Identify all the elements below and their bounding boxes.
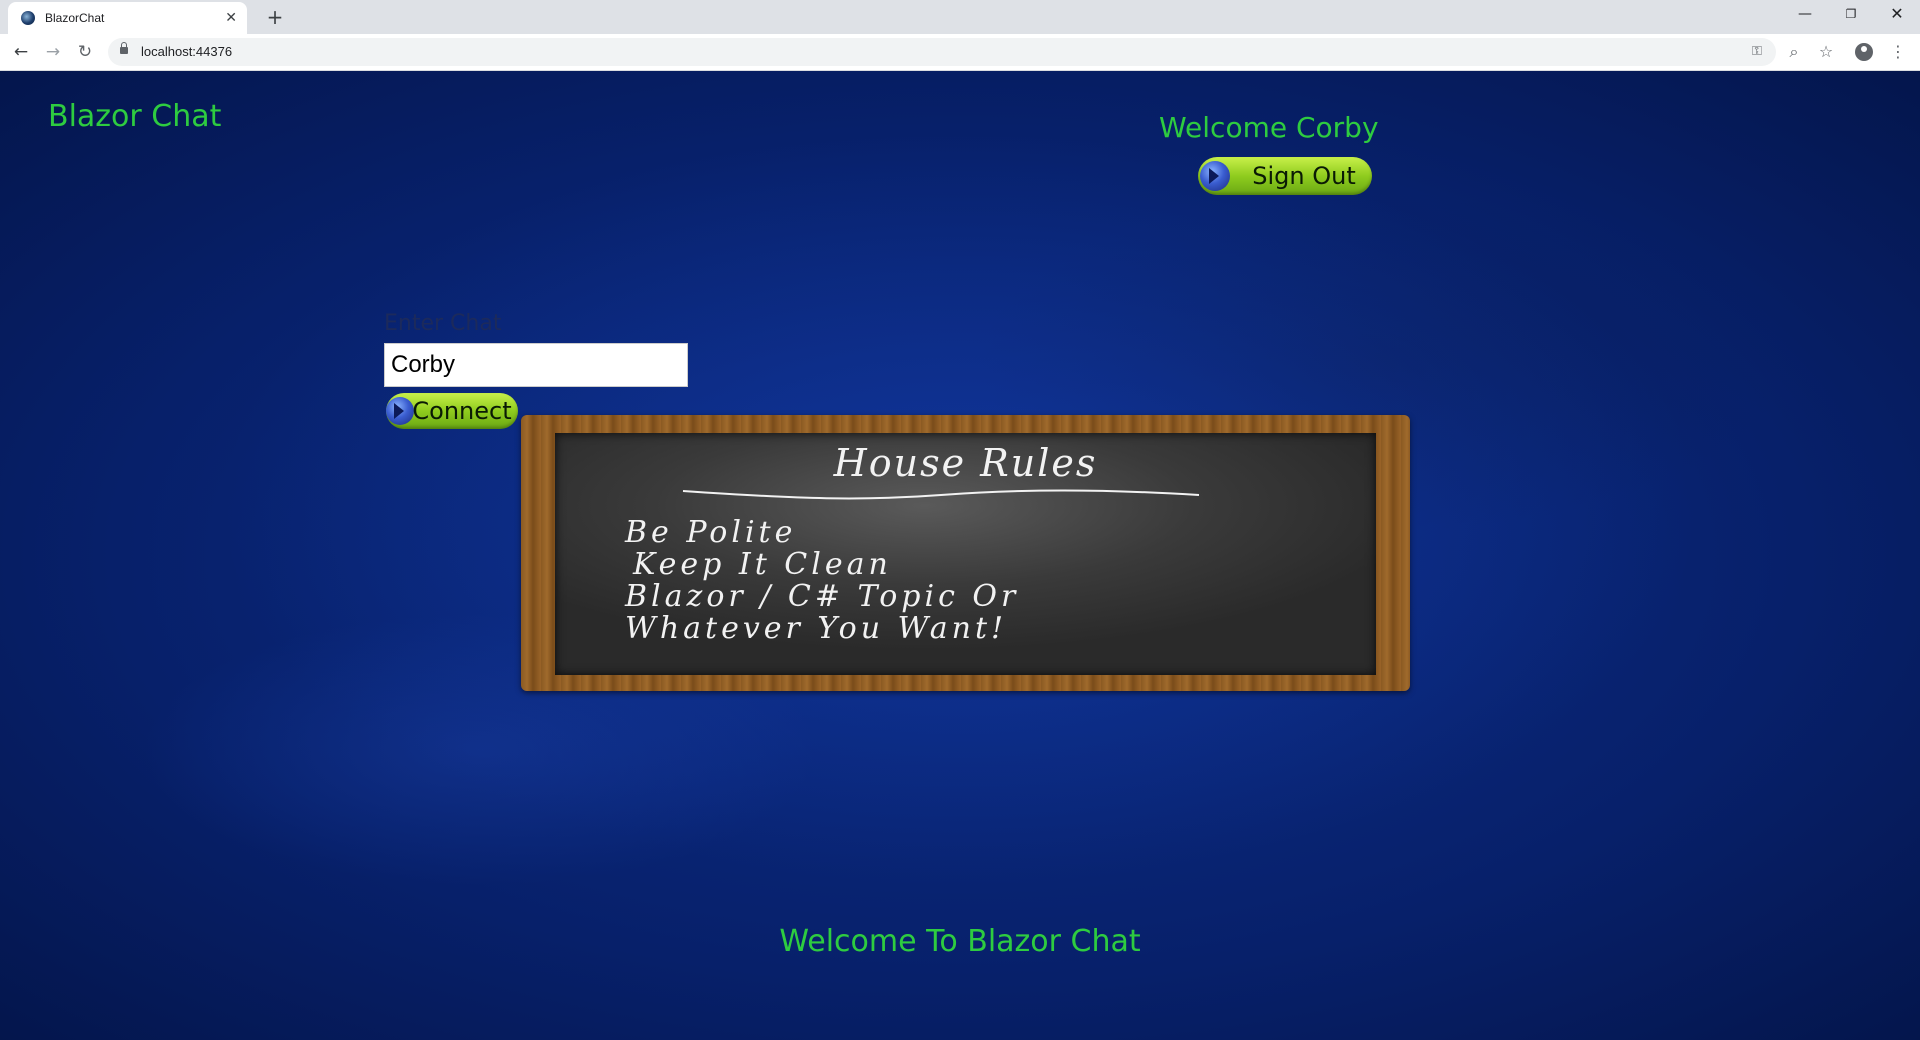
url-text[interactable]: localhost:44376 [141,44,232,59]
house-rules-chalkboard: House Rules Be Polite Keep It Clean Blaz… [521,415,1410,691]
house-rule: Be Polite [625,515,797,550]
zoom-icon[interactable]: ⌕ [1782,40,1806,64]
close-window-icon[interactable]: ✕ [1874,0,1920,30]
house-rule: Keep It Clean [633,547,892,582]
sign-out-button[interactable]: Sign Out [1198,157,1372,195]
address-bar[interactable]: localhost:44376 [108,38,1776,66]
favicon-icon [21,11,35,25]
arrow-right-icon [1200,161,1230,191]
enter-chat-label: Enter Chat [384,311,502,336]
back-arrow-icon[interactable]: ← [8,39,34,65]
browser-tab-strip: BlazorChat ✕ + — ❐ ✕ [0,0,1920,34]
reload-icon[interactable]: ↻ [72,39,98,65]
profile-avatar-icon[interactable] [1852,40,1876,64]
connect-button[interactable]: Connect [386,393,518,429]
browser-menu-icon[interactable]: ⋮ [1886,40,1910,64]
page-content: Blazor Chat Welcome Corby Sign Out Enter… [0,71,1920,1040]
new-tab-icon[interactable]: + [262,4,288,30]
chat-name-input[interactable] [384,343,688,387]
connect-label: Connect [412,397,512,425]
brand-title[interactable]: Blazor Chat [48,99,221,134]
house-rules-title: House Rules [833,441,1098,485]
forward-arrow-icon[interactable]: → [40,39,66,65]
browser-toolbar: ← → ↻ localhost:44376 ⚿ ⌕ ☆ ⋮ [0,34,1920,71]
sign-out-label: Sign Out [1252,162,1356,190]
chalkboard-surface: House Rules Be Polite Keep It Clean Blaz… [555,433,1376,675]
minimize-window-icon[interactable]: — [1782,0,1828,30]
chalk-underline [682,489,1200,500]
tab-title: BlazorChat [45,11,105,25]
house-rules-list: Be Polite Keep It Clean Blazor / C# Topi… [625,517,1019,645]
house-rule: Blazor / C# Topic Or [625,579,1020,614]
bookmark-star-icon[interactable]: ☆ [1814,40,1838,64]
welcome-user-text: Welcome Corby [1159,111,1379,144]
restore-window-icon[interactable]: ❐ [1828,0,1874,30]
house-rule: Whatever You Want! [625,611,1008,646]
browser-tab[interactable]: BlazorChat ✕ [8,2,247,34]
lock-icon [120,42,128,54]
footer-welcome-text: Welcome To Blazor Chat [779,924,1141,959]
tab-close-icon[interactable]: ✕ [225,10,237,26]
key-icon[interactable]: ⚿ [1745,40,1769,64]
